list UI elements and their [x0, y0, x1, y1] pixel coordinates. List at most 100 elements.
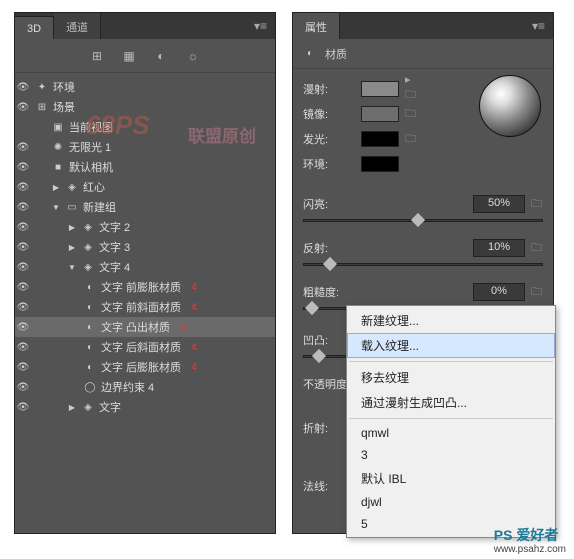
count-badge: 4	[180, 322, 186, 333]
right-panel-menu-icon[interactable]: ▾≡	[524, 13, 553, 39]
count-badge: 4	[191, 282, 197, 293]
3d-panel: 3D 通道 ▾≡ ⊞ ▦ ◐ ☼ 👁✦环境 👁⊞场景 ·▣当前视图 👁✺无限光 …	[14, 12, 276, 534]
reflect-value[interactable]: 10%	[473, 239, 525, 257]
glow-swatch[interactable]	[361, 131, 399, 147]
tree-label: 默认相机	[69, 159, 113, 175]
camera-icon: ■	[51, 162, 65, 173]
menu-item[interactable]: qmwl	[347, 422, 555, 444]
visibility-icon[interactable]: 👁	[15, 322, 31, 333]
tree-label: 文字 3	[99, 239, 130, 255]
reflect-label: 反射:	[303, 240, 359, 256]
menu-item[interactable]: 默认 IBL	[347, 466, 555, 491]
menu-item[interactable]: 移去纹理	[347, 365, 555, 390]
tree-row-front-inflate[interactable]: 👁◐文字 前膨胀材质4	[15, 277, 275, 297]
menu-item[interactable]: 新建纹理...	[347, 308, 555, 333]
visibility-icon[interactable]: 👁	[15, 302, 31, 313]
visibility-icon[interactable]: 👁	[15, 382, 31, 393]
diffuse-label: 漫射:	[303, 81, 355, 97]
menu-item[interactable]: 载入纹理...	[347, 333, 555, 358]
chevron-right-icon[interactable]: ▶	[67, 223, 77, 232]
folder-icon[interactable]: 🗀	[531, 239, 543, 258]
folder-icon[interactable]: ▸🗀	[405, 73, 417, 105]
tree-label: 当前视图	[69, 119, 113, 135]
chevron-right-icon[interactable]: ▶	[67, 403, 77, 412]
chevron-down-icon[interactable]: ▼	[51, 203, 61, 212]
specular-swatch[interactable]	[361, 106, 399, 122]
visibility-icon[interactable]: 👁	[15, 402, 31, 413]
tree-row-infinite-light[interactable]: 👁✺无限光 1	[15, 137, 275, 157]
tree-row-text3[interactable]: 👁 ▶ ◈ 文字 3	[15, 237, 275, 257]
tree-row-current-view[interactable]: ·▣当前视图	[15, 117, 275, 137]
count-badge: 4	[191, 362, 197, 373]
filter-mesh-icon[interactable]: ▦	[122, 49, 136, 63]
folder-icon[interactable]: 🗀	[405, 130, 417, 149]
tree-row-scene[interactable]: 👁⊞场景	[15, 97, 275, 117]
specular-label: 镜像:	[303, 106, 355, 122]
environment-icon: ✦	[35, 82, 49, 93]
visibility-icon[interactable]: 👁	[15, 242, 31, 253]
menu-item[interactable]: djwl	[347, 491, 555, 513]
tree-row-extrude[interactable]: 👁◐文字 凸出材质4	[15, 317, 275, 337]
tree-row-boundary[interactable]: 👁◯边界约束 4	[15, 377, 275, 397]
folder-icon[interactable]: 🗀	[531, 195, 543, 214]
visibility-icon[interactable]: 👁	[15, 362, 31, 373]
count-badge: 4	[191, 342, 197, 353]
visibility-icon[interactable]: 👁	[15, 202, 31, 213]
visibility-icon[interactable]: 👁	[15, 182, 31, 193]
tab-3d[interactable]: 3D	[15, 16, 54, 39]
filter-scene-icon[interactable]: ⊞	[90, 49, 104, 63]
tab-channels[interactable]: 通道	[54, 12, 101, 39]
mesh-icon: ◈	[81, 222, 95, 233]
tree-row-text[interactable]: 👁▶◈文字	[15, 397, 275, 417]
tree-row-default-camera[interactable]: 👁 ■ 默认相机	[15, 157, 275, 177]
shine-value[interactable]: 50%	[473, 195, 525, 213]
menu-item[interactable]: 5	[347, 513, 555, 535]
chevron-right-icon[interactable]: ▶	[51, 183, 61, 192]
reflect-row: 反射: 10% 🗀	[303, 237, 543, 259]
menu-item[interactable]: 3	[347, 444, 555, 466]
tree-row-front-bevel[interactable]: 👁◐文字 前斜面材质4	[15, 297, 275, 317]
material-icon: ◐	[83, 302, 97, 313]
chevron-down-icon[interactable]: ▼	[67, 263, 77, 272]
tree-row-new-group[interactable]: 👁▼▭新建组	[15, 197, 275, 217]
visibility-icon[interactable]: 👁	[15, 142, 31, 153]
mesh-icon: ◈	[65, 182, 79, 193]
tree-row-text2[interactable]: 👁▶◈文字 2	[15, 217, 275, 237]
folder-icon[interactable]: 🗀	[405, 105, 417, 124]
left-tabs: 3D 通道 ▾≡	[15, 13, 275, 39]
tree-row-environment[interactable]: 👁✦环境	[15, 77, 275, 97]
shine-label: 闪亮:	[303, 196, 359, 212]
visibility-icon[interactable]: 👁	[15, 162, 31, 173]
menu-separator	[349, 418, 553, 419]
diffuse-swatch[interactable]	[361, 81, 399, 97]
tree-row-red-heart[interactable]: 👁▶◈红心	[15, 177, 275, 197]
chevron-right-icon[interactable]: ▶	[67, 243, 77, 252]
tree-row-back-inflate[interactable]: 👁◐文字 后膨胀材质4	[15, 357, 275, 377]
material-preview-sphere[interactable]	[479, 75, 541, 137]
tree-label: 文字 后斜面材质	[101, 339, 181, 355]
filter-material-icon[interactable]: ◐	[154, 49, 168, 63]
filter-light-icon[interactable]: ☼	[186, 49, 200, 63]
folder-icon[interactable]: 🗀	[531, 283, 543, 302]
reflect-slider[interactable]	[303, 257, 543, 271]
ambient-swatch[interactable]	[361, 156, 399, 172]
shine-slider[interactable]	[303, 213, 543, 227]
visibility-icon[interactable]: 👁	[15, 222, 31, 233]
tree-label: 场景	[53, 99, 75, 115]
visibility-icon[interactable]: 👁	[15, 262, 31, 273]
properties-title: 材质	[325, 46, 347, 62]
tree-row-back-bevel[interactable]: 👁◐文字 后斜面材质4	[15, 337, 275, 357]
visibility-icon[interactable]: 👁	[15, 82, 31, 93]
visibility-icon[interactable]: 👁	[15, 102, 31, 113]
rough-value[interactable]: 0%	[473, 283, 525, 301]
scene-tree[interactable]: 👁✦环境 👁⊞场景 ·▣当前视图 👁✺无限光 1 👁■默认相机 👁▶◈红心 👁▼…	[15, 73, 275, 421]
tree-label: 无限光 1	[69, 139, 111, 155]
visibility-icon[interactable]: 👁	[15, 342, 31, 353]
tree-row-text4[interactable]: 👁▼◈文字 4	[15, 257, 275, 277]
camera-icon: ▣	[51, 122, 65, 133]
mesh-icon: ◈	[81, 242, 95, 253]
visibility-icon[interactable]: 👁	[15, 282, 31, 293]
tab-properties[interactable]: 属性	[293, 12, 340, 39]
menu-item[interactable]: 通过漫射生成凹凸...	[347, 390, 555, 415]
left-panel-menu-icon[interactable]: ▾≡	[246, 13, 275, 39]
